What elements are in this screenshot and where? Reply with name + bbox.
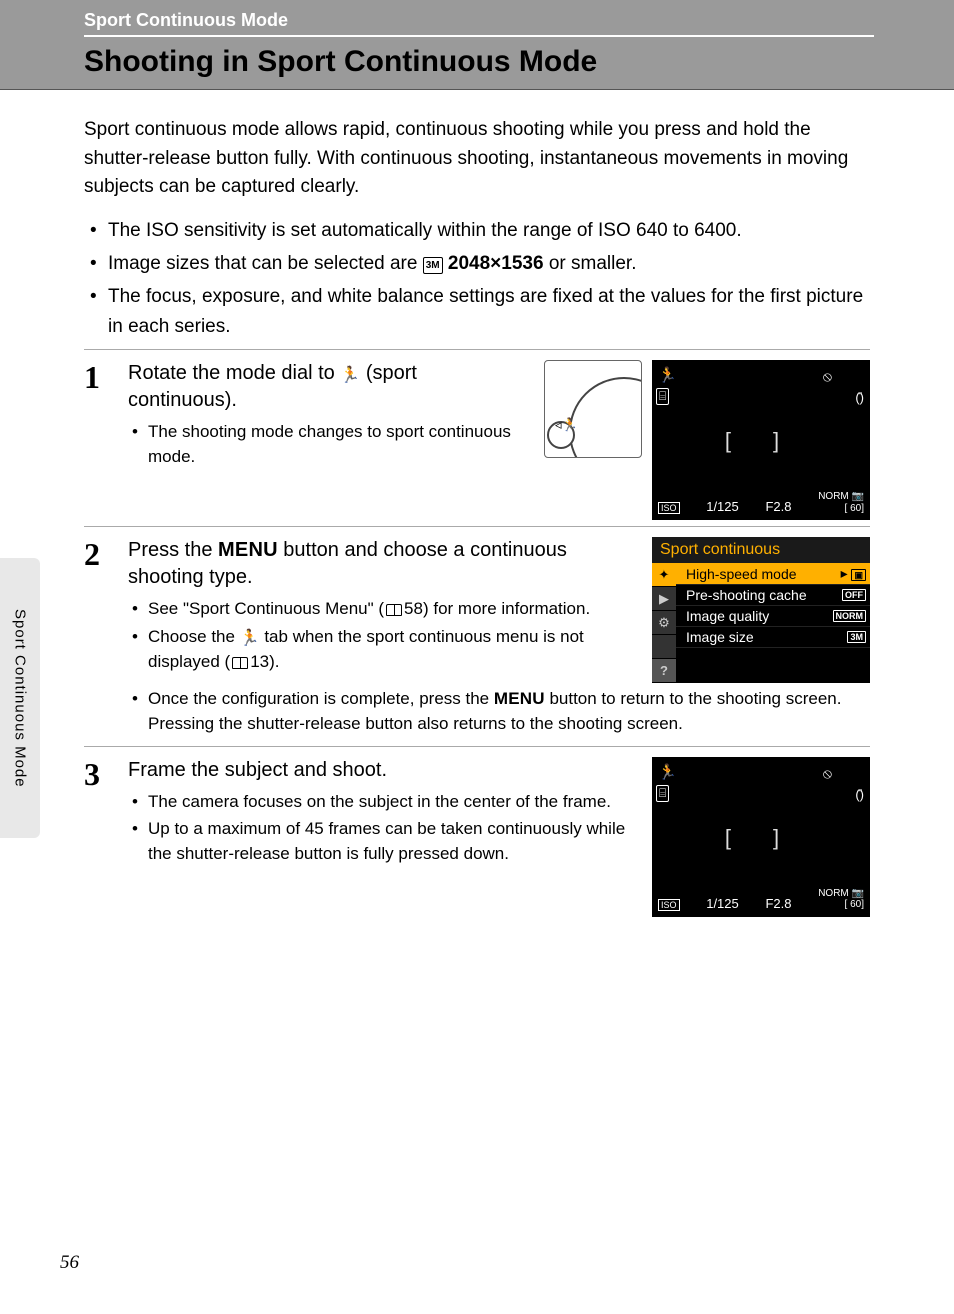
- text: ) for more information.: [423, 599, 590, 618]
- menu-row-label: High-speed mode: [686, 566, 797, 582]
- iso-label: ISO: [658, 899, 680, 911]
- menu-tab-playback: ▶: [652, 587, 676, 611]
- side-tab-label: Sport Continuous Mode: [12, 609, 29, 788]
- step-3: 3 Frame the subject and shoot. The camer…: [84, 746, 870, 923]
- sport-mode-icon: 🏃: [658, 763, 677, 781]
- menu-row-quality: Image quality NORM: [676, 606, 870, 627]
- menu-row-high-speed: High-speed mode▸ ▣: [676, 563, 870, 585]
- focus-brackets: [ ]: [652, 825, 870, 851]
- intro-bullet-list: The ISO sensitivity is set automatically…: [84, 216, 870, 342]
- menu-row-label: Image size: [686, 629, 754, 645]
- card-icon: ⌸: [656, 785, 669, 802]
- lcd-preview-1: 🏃 ⌸ ⦸ (᷀) [ ] ISO 1/125 F2.8 NORM 📷 [ 60…: [652, 360, 870, 520]
- step-2-bullet-2: Choose the 🏃 tab when the sport continuo…: [148, 625, 638, 674]
- text: Press the: [128, 539, 218, 561]
- page-ref: 58: [404, 599, 423, 618]
- page-ref-icon: [386, 604, 402, 616]
- dial-mark-icon: ◃🏃: [555, 417, 578, 433]
- step-1-title: Rotate the mode dial to 🏃 (sport continu…: [128, 360, 524, 414]
- step-3-title: Frame the subject and shoot.: [128, 757, 638, 784]
- image-size-3m-icon: 3M: [423, 257, 443, 275]
- menu-tab-shooting: ✦: [652, 563, 676, 587]
- menu-list: High-speed mode▸ ▣ Pre-shooting cache OF…: [676, 563, 870, 683]
- text: Once the configuration is complete, pres…: [148, 689, 494, 708]
- header-band: Sport Continuous Mode Shooting in Sport …: [0, 0, 954, 90]
- text: or smaller.: [544, 253, 637, 274]
- focus-brackets: [ ]: [652, 428, 870, 454]
- menu-tabs: ✦ ▶ ⚙ ?: [652, 563, 676, 683]
- menu-title: Sport continuous: [652, 537, 870, 563]
- vr-icon: (᷀): [855, 390, 864, 405]
- page-number: 56: [60, 1252, 79, 1274]
- intro-bullet-3: The focus, exposure, and white balance s…: [108, 282, 870, 341]
- mode-dial-illustration: ◃🏃: [544, 360, 642, 458]
- menu-row-label: Image quality: [686, 608, 769, 624]
- card-icon: ⌸: [656, 388, 669, 405]
- lcd-preview-2: 🏃 ⌸ ⦸ (᷀) [ ] ISO 1/125 F2.8 NORM 📷 [ 60…: [652, 757, 870, 917]
- menu-screenshot: Sport continuous ✦ ▶ ⚙ ? High-speed mode…: [652, 537, 870, 683]
- image-size-value: 2048×1536: [443, 253, 544, 274]
- menu-row-preshoot: Pre-shooting cache OFF: [676, 585, 870, 606]
- page-title: Shooting in Sport Continuous Mode: [84, 45, 954, 79]
- side-chapter-tab: Sport Continuous Mode: [0, 558, 40, 838]
- step-2-bullet-3: Once the configuration is complete, pres…: [148, 687, 870, 736]
- text: ).: [269, 652, 279, 671]
- step-number: 3: [84, 757, 128, 792]
- aperture-value: F2.8: [765, 499, 791, 514]
- menu-row-value: NORM: [833, 610, 867, 622]
- page-content: Sport continuous mode allows rapid, cont…: [0, 90, 954, 923]
- menu-row-size: Image size 3M: [676, 627, 870, 648]
- aperture-value: F2.8: [765, 896, 791, 911]
- menu-row-value: OFF: [842, 589, 866, 601]
- page-ref: 13: [250, 652, 269, 671]
- quality-label: NORM: [818, 888, 849, 899]
- shutter-value: 1/125: [706, 499, 739, 514]
- flash-off-icon: ⦸: [823, 368, 832, 385]
- menu-row-value: 3M: [847, 631, 866, 643]
- menu-row-value: ▣: [851, 569, 866, 581]
- sport-continuous-icon: 🏃: [240, 630, 260, 647]
- intro-bullet-2: Image sizes that can be selected are 3M …: [108, 249, 870, 278]
- intro-bullet-1: The ISO sensitivity is set automatically…: [108, 216, 870, 245]
- iso-label: ISO: [658, 502, 680, 514]
- remaining-value: 60: [850, 899, 861, 910]
- text: See "Sport Continuous Menu" (: [148, 599, 384, 618]
- menu-button-label: MENU: [218, 539, 278, 561]
- remaining-value: 60: [850, 503, 861, 514]
- step-2-title: Press the MENU button and choose a conti…: [128, 537, 638, 591]
- shutter-value: 1/125: [706, 896, 739, 911]
- step-2: 2 Press the MENU button and choose a con…: [84, 526, 870, 745]
- menu-row-label: Pre-shooting cache: [686, 587, 807, 603]
- text: Image sizes that can be selected are: [108, 253, 423, 274]
- menu-button-label: MENU: [494, 689, 545, 708]
- sport-mode-icon: 🏃: [658, 366, 677, 384]
- intro-paragraph: Sport continuous mode allows rapid, cont…: [84, 116, 870, 202]
- section-label: Sport Continuous Mode: [84, 10, 874, 37]
- step-1-bullet-1: The shooting mode changes to sport conti…: [148, 420, 524, 469]
- sport-continuous-icon: 🏃: [340, 367, 360, 384]
- step-2-bullet-1: See "Sport Continuous Menu" ( 58) for mor…: [148, 597, 638, 622]
- quality-label: NORM: [818, 491, 849, 502]
- step-number: 2: [84, 537, 128, 572]
- flash-off-icon: ⦸: [823, 765, 832, 782]
- page-ref-icon: [232, 657, 248, 669]
- text: Choose the: [148, 627, 240, 646]
- text: Rotate the mode dial to: [128, 362, 340, 384]
- step-1: 1 Rotate the mode dial to 🏃 (sport conti…: [84, 349, 870, 526]
- step-number: 1: [84, 360, 128, 395]
- vr-icon: (᷀): [855, 787, 864, 802]
- menu-tab-setup: ⚙: [652, 611, 676, 635]
- menu-tab-help: ?: [652, 659, 676, 683]
- step-3-bullet-1: The camera focuses on the subject in the…: [148, 790, 638, 815]
- step-3-bullet-2: Up to a maximum of 45 frames can be take…: [148, 817, 638, 866]
